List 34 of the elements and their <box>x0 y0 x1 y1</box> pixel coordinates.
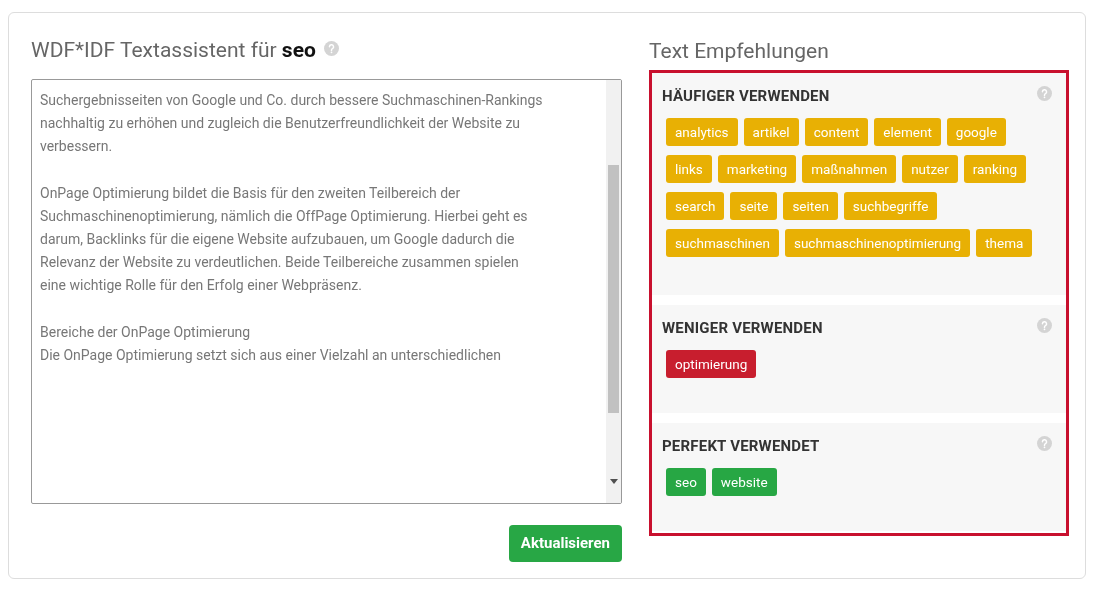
recommendations-title: Text Empfehlungen <box>649 38 830 65</box>
group-title: WENIGER VERWENDEN <box>662 318 823 339</box>
editor-title: WDF*IDF Textassistent für seo <box>31 37 316 65</box>
keyword-tag[interactable]: maßnahmen <box>802 154 897 183</box>
keyword-tag[interactable]: analytics <box>666 117 738 146</box>
keyword-tag[interactable]: artikel <box>743 117 799 146</box>
keyword-tag[interactable]: seiten <box>783 191 838 220</box>
keyword-tag[interactable]: marketing <box>717 154 797 183</box>
keyword-tag[interactable]: suchmaschinen <box>666 228 779 257</box>
keyword-tag[interactable]: optimierung <box>666 349 757 378</box>
group-title: PERFEKT VERWENDET <box>662 436 820 457</box>
keyword-tag[interactable]: suchbegriffe <box>843 191 938 220</box>
keyword-tag[interactable]: content <box>804 117 869 146</box>
keyword-tag[interactable]: search <box>666 191 725 220</box>
keyword-tag[interactable]: seite <box>730 191 778 220</box>
group-title: HÄUFIGER VERWENDEN <box>662 86 830 107</box>
keyword-tag[interactable]: links <box>666 154 712 183</box>
keyword-tag[interactable]: ranking <box>963 154 1027 183</box>
scrollbar[interactable] <box>606 80 621 503</box>
update-button[interactable]: Aktualisieren <box>508 525 622 562</box>
keyword-tag[interactable]: website <box>711 467 777 496</box>
help-icon[interactable] <box>1037 436 1052 451</box>
keyword-tag[interactable]: element <box>874 117 941 146</box>
help-icon[interactable] <box>1037 86 1052 101</box>
keyword-tag[interactable]: nutzer <box>902 154 958 183</box>
keyword-tag[interactable]: suchmaschinenoptimierung <box>784 228 971 257</box>
text-content: Suchergebnisseiten von Google und Co. durch bessere Suchmaschinen-Rankings nachhaltig zu erhöhen und zugleich die Benutzerfreundlichkeit der Website zu verbessern. OnPage Optimierung bildet die Basis für den zweiten Teilbereich der Suchmaschinenoptimierung, nämlich die OffPage Optimierung. Hierbei geht es darum, Backlinks für die eigene Website aufzubauen, um Google dadurch die Relevanz der Website zu verdeutlichen. Beide Teilbereiche zusammen spielen eine wichtige Rolle für den Erfolg einer Webpräsenz. Bereiche der OnPage Optimierung Die OnPage Optimierung setzt sich aus einer Vielzahl an unterschiedlichen <box>39 91 544 365</box>
help-icon[interactable] <box>323 40 339 56</box>
keyword-tag[interactable]: google <box>946 117 1006 146</box>
keyword-tag[interactable]: thema <box>976 228 1033 257</box>
keyword-tag[interactable]: seo <box>666 467 706 496</box>
arrow-down-icon[interactable] <box>609 479 618 485</box>
help-icon[interactable] <box>1037 318 1052 333</box>
text-area[interactable] <box>31 79 622 504</box>
